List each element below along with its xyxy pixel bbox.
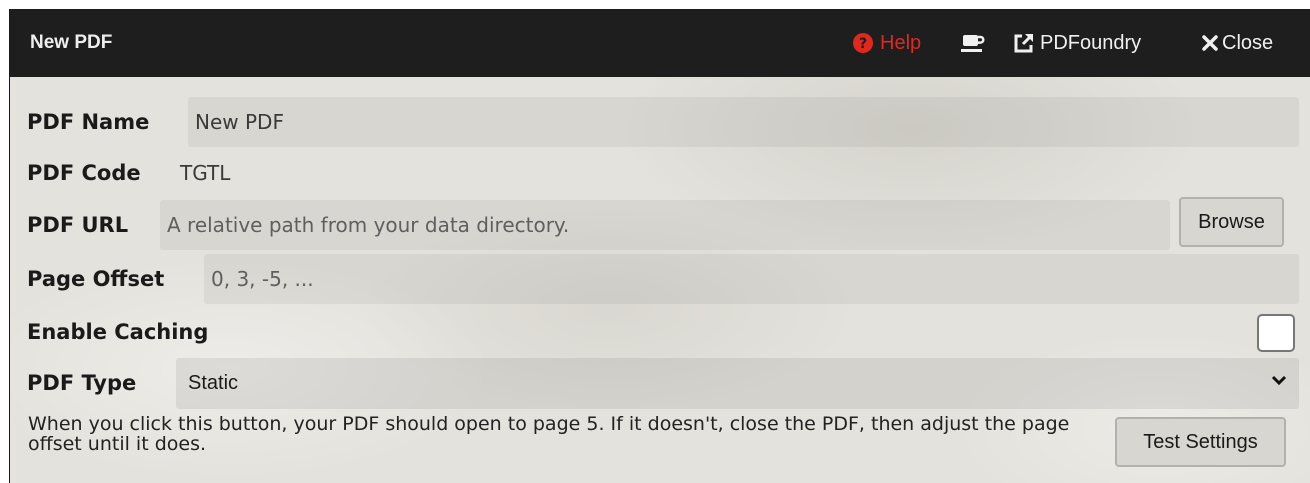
- coffee-icon: [961, 35, 985, 52]
- external-link-icon: [1014, 33, 1034, 53]
- pdf-name-input[interactable]: New PDF: [188, 97, 1299, 147]
- pdf-type-row: PDF Type: [27, 358, 136, 408]
- page-offset-row: Page Offset: [27, 254, 164, 304]
- question-circle-icon: ?: [853, 33, 873, 53]
- pdfoundry-link[interactable]: PDFoundry: [1013, 9, 1141, 77]
- pdf-code-input[interactable]: TGTL: [173, 148, 1299, 198]
- page-offset-input[interactable]: 0, 3, -5, ...: [204, 254, 1299, 304]
- pdf-url-input[interactable]: A relative path from your data directory…: [160, 200, 1170, 250]
- close-button[interactable]: Close: [1201, 9, 1273, 77]
- page-offset-label: Page Offset: [27, 267, 165, 291]
- new-pdf-dialog: New PDF ? Help PDFoundry Close PDF Name …: [9, 9, 1310, 483]
- pdf-url-row: PDF URL: [27, 200, 128, 250]
- close-icon: [1202, 35, 1218, 51]
- pdfoundry-label: PDFoundry: [1040, 31, 1142, 54]
- pdf-type-label: PDF Type: [27, 371, 137, 395]
- pdf-name-row: PDF Name: [27, 97, 149, 147]
- window-title: New PDF: [30, 32, 113, 53]
- pdf-code-row: PDF Code: [27, 148, 141, 198]
- help-button[interactable]: ? Help: [852, 9, 921, 77]
- help-label: Help: [880, 31, 922, 54]
- test-settings-button[interactable]: Test Settings: [1115, 417, 1286, 467]
- pdf-type-value: Static: [188, 372, 239, 394]
- coffee-button[interactable]: [961, 9, 985, 77]
- browse-button[interactable]: Browse: [1179, 197, 1284, 247]
- svg-text:?: ?: [859, 36, 867, 52]
- chevron-down-icon: [1271, 375, 1287, 386]
- test-settings-note: When you click this button, your PDF sho…: [28, 413, 1070, 455]
- enable-caching-label: Enable Caching: [27, 320, 209, 344]
- pdf-type-select[interactable]: Static: [176, 358, 1299, 409]
- pdf-name-label: PDF Name: [27, 110, 150, 134]
- enable-caching-row: Enable Caching: [27, 307, 208, 357]
- window-titlebar[interactable]: New PDF ? Help PDFoundry Close: [10, 9, 1310, 77]
- close-label: Close: [1222, 31, 1274, 54]
- enable-caching-checkbox[interactable]: [1257, 314, 1295, 352]
- pdf-url-label: PDF URL: [27, 213, 129, 237]
- pdf-code-label: PDF Code: [27, 161, 141, 185]
